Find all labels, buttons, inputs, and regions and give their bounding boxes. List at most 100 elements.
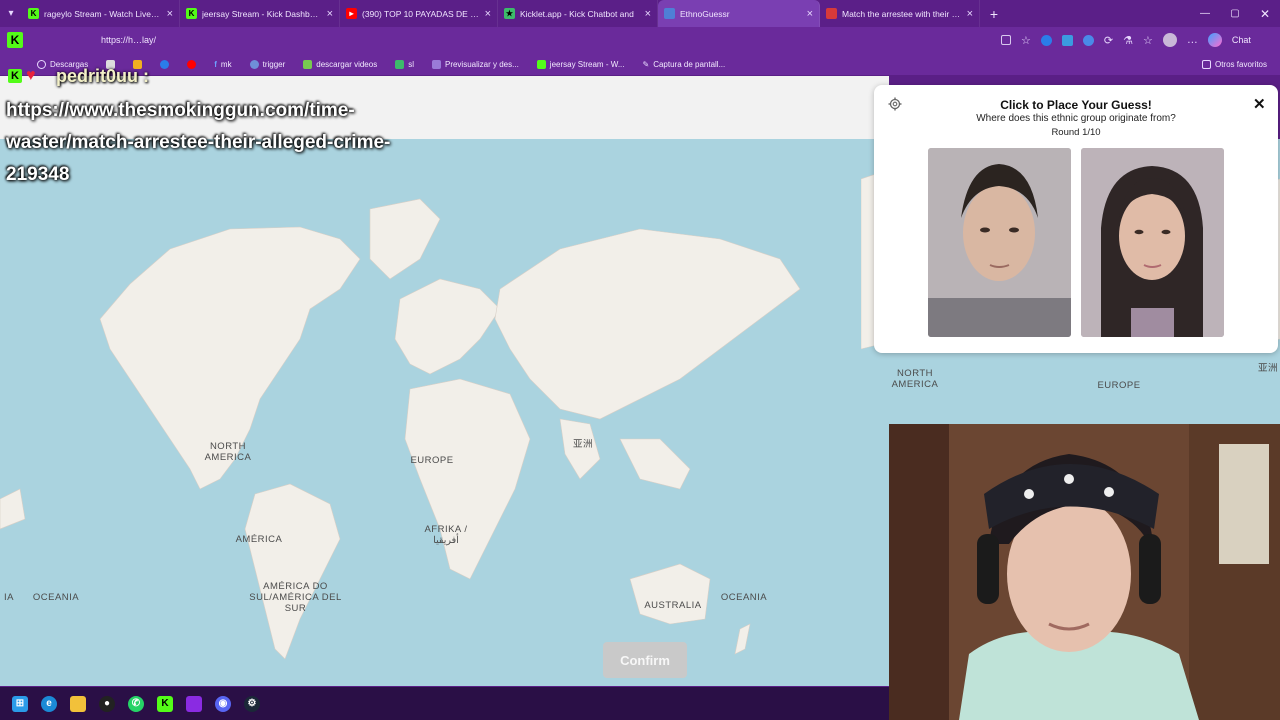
map-label-asia: 亚洲 xyxy=(572,439,593,450)
map-label-ia: IA xyxy=(4,592,14,603)
bookmark-item[interactable]: trigger xyxy=(241,59,295,69)
map-label-europe: EUROPE xyxy=(410,455,454,466)
map-label-europe: EUROPE xyxy=(1097,380,1141,391)
site-icon xyxy=(431,59,441,69)
bookmark-item[interactable]: sl xyxy=(386,59,423,69)
download-icon xyxy=(303,59,313,69)
composite-face-female xyxy=(1081,148,1224,337)
map-label-south-america: AMÉRICA DO SUL/AMÉRICA DEL SUR xyxy=(249,581,342,614)
bookmarks-bar: Descargas f mk trigger descargar videos s… xyxy=(0,53,1280,75)
globe-icon xyxy=(249,59,259,69)
tab-actions-icon[interactable]: ▾ xyxy=(0,0,22,27)
url-field[interactable]: https://h…lay/ xyxy=(101,35,981,45)
tab-4[interactable]: EthnoGuessr × xyxy=(658,0,820,27)
youtube-icon: ▸ xyxy=(346,8,357,19)
file-explorer-icon[interactable] xyxy=(70,695,86,712)
smokinggun-icon xyxy=(826,8,837,19)
youtube-icon xyxy=(187,59,197,69)
tab-title: rageylo Stream - Watch Live on Kick xyxy=(44,8,162,19)
face-image xyxy=(1081,148,1224,337)
webcam-feed xyxy=(889,424,1280,720)
kick-badge-icon: K xyxy=(8,69,22,83)
face-image xyxy=(928,148,1071,337)
bookmark-item[interactable]: f mk xyxy=(205,60,240,69)
favorites-icon[interactable]: ☆ xyxy=(1143,34,1153,47)
kick-icon: K xyxy=(186,8,197,19)
bookmark-item[interactable]: descargar videos xyxy=(294,59,386,69)
close-tab-icon[interactable]: × xyxy=(645,8,651,20)
kicklet-icon: ★ xyxy=(504,8,515,19)
extension-icon[interactable] xyxy=(1082,34,1094,46)
map-label-oceania: OCEANIA xyxy=(32,592,80,603)
bookmark-label: Previsualizar y des... xyxy=(444,59,519,69)
tab-title: Match the arrestee with their alleg xyxy=(842,8,962,19)
taskbar: ⊞ e ● ✆ K ◉ ⚙ xyxy=(0,687,889,720)
bookmark-item[interactable]: ✎ Captura de pantall... xyxy=(633,60,734,69)
bookmark-item[interactable]: Previsualizar y des... xyxy=(423,59,528,69)
panel-title: Click to Place Your Guess! xyxy=(1000,98,1152,112)
map-land xyxy=(0,198,801,660)
tab-5[interactable]: Match the arrestee with their alleg × xyxy=(820,0,980,27)
map-label-america: AMÉRICA xyxy=(235,534,283,545)
steam-icon[interactable]: ⚙ xyxy=(244,695,260,712)
chat-label[interactable]: Chat xyxy=(1232,35,1251,45)
map-label-north-america: NORTH AMERICA xyxy=(891,368,939,390)
more-icon[interactable]: … xyxy=(1187,34,1198,46)
facebook-icon: f xyxy=(214,59,217,69)
refresh-icon[interactable]: ⟳ xyxy=(1104,34,1113,47)
kick-icon xyxy=(536,59,546,69)
obs-icon[interactable]: ● xyxy=(99,695,115,712)
translate-icon[interactable] xyxy=(1001,35,1011,45)
map-label-asia: 亚洲 xyxy=(1257,363,1278,374)
tab-title: Kicklet.app - Kick Chatbot and xyxy=(520,8,634,19)
close-tab-icon[interactable]: × xyxy=(807,8,813,20)
discord-icon[interactable]: ◉ xyxy=(215,695,231,712)
star-icon[interactable]: ☆ xyxy=(1021,34,1031,47)
bookmark-item[interactable] xyxy=(178,59,205,69)
bookmark-item[interactable] xyxy=(151,59,178,69)
bookmark-label: mk xyxy=(220,59,232,69)
edge-icon[interactable]: e xyxy=(41,695,57,712)
chat-message: https://www.thesmokinggun.com/time-waste… xyxy=(6,100,391,185)
new-tab-button[interactable]: + xyxy=(980,6,1008,22)
chat-username: pedrit0uu : xyxy=(56,66,149,86)
guess-panel: ✕ Click to Place Your Guess! Where does … xyxy=(874,85,1278,353)
app-icon[interactable] xyxy=(186,695,202,712)
world-map[interactable]: NORTH AMERICA EUROPE 亚洲 AFRIKA / أفريقيا… xyxy=(0,139,889,686)
minimize-button[interactable]: — xyxy=(1190,8,1220,19)
tab-0[interactable]: K rageylo Stream - Watch Live on Kick × xyxy=(22,0,180,27)
avatar[interactable] xyxy=(1162,33,1177,47)
extension-icon xyxy=(160,59,170,69)
heart-badge-icon: ♥ xyxy=(26,67,36,84)
map-label-australia: AUSTRALIA xyxy=(644,600,702,611)
whatsapp-icon[interactable]: ✆ xyxy=(128,695,144,712)
other-favorites[interactable]: Otros favoritos xyxy=(1193,59,1276,69)
round-counter: Round 1/10 xyxy=(1051,127,1101,138)
close-tab-icon[interactable]: × xyxy=(167,8,173,20)
map-label-oceania: OCEANIA xyxy=(720,592,768,603)
bookmark-item[interactable]: jeersay Stream - W... xyxy=(528,59,634,69)
folder-icon xyxy=(1201,59,1211,69)
copilot-icon[interactable] xyxy=(1207,33,1222,47)
extension-icon[interactable] xyxy=(1061,34,1073,46)
tab-1[interactable]: K jeersay Stream - Kick Dashboard × xyxy=(180,0,340,27)
tab-3[interactable]: ★ Kicklet.app - Kick Chatbot and × xyxy=(498,0,658,27)
tab-title: EthnoGuessr xyxy=(680,8,730,19)
close-window-button[interactable]: ✕ xyxy=(1250,7,1280,21)
profile-icon[interactable]: ⚗ xyxy=(1123,34,1133,47)
map-label-africa: AFRIKA / أفريقيا xyxy=(424,524,468,546)
extension-icon[interactable] xyxy=(1040,34,1052,46)
map-label-north-america: NORTH AMERICA xyxy=(204,441,252,463)
address-bar: K https://h…lay/ ☆ ⟳ ⚗ ☆ … Chat xyxy=(0,27,1280,53)
tab-2[interactable]: ▸ (390) TOP 10 PAYADAS DE KANYE × xyxy=(340,0,498,27)
ethnoguessr-icon xyxy=(664,8,675,19)
confirm-button[interactable]: Confirm xyxy=(603,642,687,678)
close-tab-icon[interactable]: × xyxy=(327,8,333,20)
close-tab-icon[interactable]: × xyxy=(485,8,491,20)
windows-start-icon[interactable]: ⊞ xyxy=(12,695,28,712)
kick-logo-icon: K xyxy=(7,32,23,48)
bookmark-label: descargar videos xyxy=(316,59,378,69)
kick-icon[interactable]: K xyxy=(157,695,173,712)
maximize-button[interactable]: ▢ xyxy=(1220,8,1250,19)
close-tab-icon[interactable]: × xyxy=(967,8,973,20)
